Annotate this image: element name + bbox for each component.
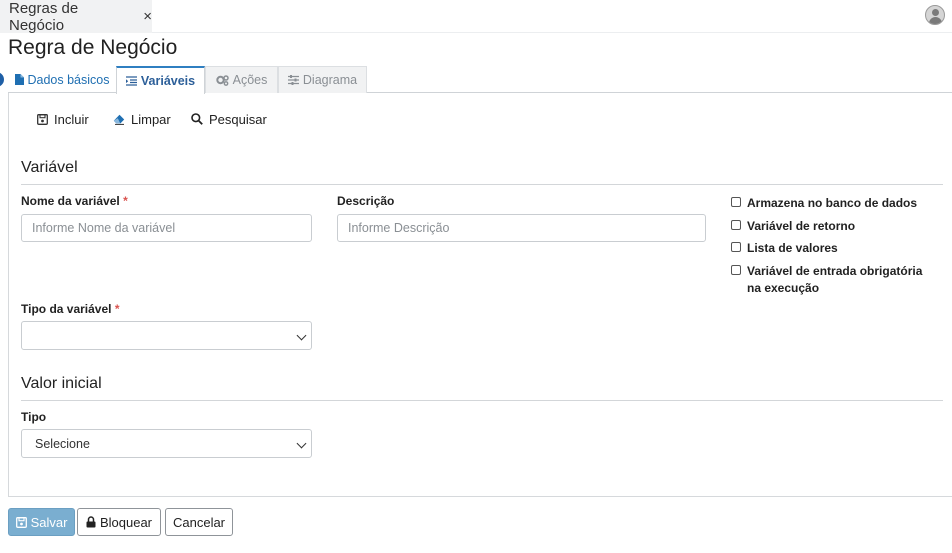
salvar-label: Salvar xyxy=(30,514,68,530)
checkbox-entrada-obrigatoria[interactable]: Variável de entrada obrigatória na execu… xyxy=(731,263,936,297)
required-marker: * xyxy=(123,194,128,208)
checkbox-variavel-retorno[interactable]: Variável de retorno xyxy=(731,218,855,235)
salvar-button[interactable]: Salvar xyxy=(8,508,75,536)
checkbox-box[interactable] xyxy=(731,265,741,275)
incluir-button[interactable]: Incluir xyxy=(37,110,89,128)
checkbox-box[interactable] xyxy=(731,197,741,207)
nome-variavel-label: Nome da variável * xyxy=(21,194,128,208)
tab-variaveis[interactable]: Variáveis xyxy=(116,66,205,94)
tab-label: Dados básicos xyxy=(27,72,110,87)
checkbox-lista-valores[interactable]: Lista de valores xyxy=(731,240,838,257)
tab-label: Ações xyxy=(232,73,268,87)
cancelar-label: Cancelar xyxy=(172,514,226,530)
tipo-select-value: Selecione xyxy=(35,436,90,451)
valor-inicial-section-title: Valor inicial xyxy=(21,375,102,392)
gears-icon xyxy=(215,74,229,86)
descricao-input[interactable] xyxy=(337,214,706,242)
required-marker: * xyxy=(114,302,120,316)
user-avatar-icon[interactable] xyxy=(925,5,945,25)
bloquear-label: Bloquear xyxy=(99,514,153,530)
document-tab[interactable]: Regras de Negócio × xyxy=(0,0,152,34)
pesquisar-label: Pesquisar xyxy=(209,111,267,127)
tipo-variavel-select[interactable] xyxy=(21,321,312,350)
tab-dados-basicos[interactable]: Dados básicos xyxy=(8,66,116,93)
tab-acoes[interactable]: Ações xyxy=(205,66,278,93)
save-icon xyxy=(15,516,27,528)
descricao-label: Descrição xyxy=(337,194,395,208)
close-tab-icon[interactable]: × xyxy=(143,8,152,25)
variavel-section-title: Variável xyxy=(21,159,78,176)
incluir-label: Incluir xyxy=(54,111,89,127)
bloquear-button[interactable]: Bloquear xyxy=(77,508,161,536)
tab-label: Diagrama xyxy=(302,73,358,87)
limpar-button[interactable]: Limpar xyxy=(113,110,171,128)
checkbox-label: Variável de retorno xyxy=(747,219,856,233)
chevron-down-icon xyxy=(296,330,307,341)
sliders-icon xyxy=(287,75,299,85)
tab-bar: Dados básicos Variáveis Ações Diagrama xyxy=(8,66,952,94)
side-handle[interactable] xyxy=(0,72,4,87)
checkbox-label: Variável de entrada obrigatória na execu… xyxy=(747,264,923,295)
tab-diagrama[interactable]: Diagrama xyxy=(278,66,367,93)
checkbox-armazena-banco[interactable]: Armazena no banco de dados xyxy=(731,195,917,212)
section-divider xyxy=(21,400,943,401)
section-divider xyxy=(21,184,943,185)
list-indent-icon xyxy=(125,76,137,86)
tipo-variavel-label: Tipo da variável * xyxy=(21,302,120,316)
page-title: Regra de Negócio xyxy=(8,36,178,59)
nome-variavel-label-text: Nome da variável xyxy=(21,194,120,208)
checkbox-label: Lista de valores xyxy=(747,241,838,255)
search-icon xyxy=(191,113,203,125)
limpar-label: Limpar xyxy=(131,111,171,127)
nome-variavel-input[interactable] xyxy=(21,214,312,242)
tipo-label: Tipo xyxy=(21,410,47,424)
checkbox-label: Armazena no banco de dados xyxy=(747,196,918,210)
checkbox-box[interactable] xyxy=(731,220,741,230)
document-tab-title: Regras de Negócio xyxy=(9,0,79,34)
file-icon xyxy=(14,74,24,85)
tipo-select[interactable]: Selecione xyxy=(21,429,312,458)
pesquisar-button[interactable]: Pesquisar xyxy=(191,110,267,128)
cancelar-button[interactable]: Cancelar xyxy=(165,508,233,536)
eraser-icon xyxy=(113,114,125,125)
chevron-down-icon xyxy=(296,438,307,449)
lock-icon xyxy=(86,516,96,528)
tab-label: Variáveis xyxy=(140,74,196,88)
save-icon xyxy=(37,113,48,125)
tipo-variavel-label-text: Tipo da variável xyxy=(21,302,112,316)
top-bar: Regras de Negócio × xyxy=(0,0,952,34)
checkbox-box[interactable] xyxy=(731,242,741,252)
